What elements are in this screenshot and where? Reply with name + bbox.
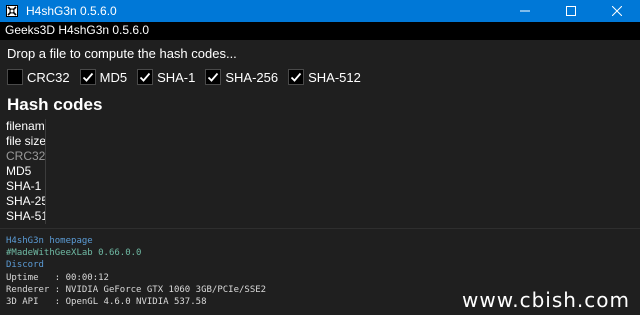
info-separator bbox=[0, 228, 640, 229]
checkmark-icon bbox=[139, 72, 151, 82]
checkmark-icon bbox=[290, 72, 302, 82]
sha1-checkbox[interactable] bbox=[137, 69, 154, 85]
hash-row-sha256: SHA-256 bbox=[6, 194, 45, 208]
minimize-button[interactable] bbox=[502, 0, 548, 22]
sha256-checkbox[interactable] bbox=[205, 69, 222, 85]
hash-codes-table: filename file size CRC32 MD5 SHA-1 SHA-2… bbox=[5, 119, 637, 224]
app-header-title: Geeks3D H4shG3n 0.5.6.0 bbox=[5, 23, 150, 37]
hash-row-sha1: SHA-1 bbox=[6, 179, 42, 193]
window-title: H4shG3n 0.5.6.0 bbox=[26, 4, 117, 18]
md5-checkbox[interactable] bbox=[79, 69, 96, 85]
sha256-option[interactable]: SHA-256 bbox=[205, 69, 278, 85]
sha512-option[interactable]: SHA-512 bbox=[288, 69, 361, 85]
hash-row-crc32: CRC32 bbox=[6, 149, 45, 163]
window-titlebar[interactable]: H4shG3n 0.5.6.0 bbox=[0, 0, 640, 22]
hash-row-filename: filename bbox=[6, 119, 45, 133]
column-divider[interactable] bbox=[45, 119, 46, 224]
drop-prompt: Drop a file to compute the hash codes... bbox=[7, 46, 237, 61]
sha1-option[interactable]: SHA-1 bbox=[137, 69, 195, 85]
hash-codes-heading: Hash codes bbox=[7, 95, 103, 114]
sha512-checkbox[interactable] bbox=[288, 69, 305, 85]
hash-algorithm-options: CRC32 MD5 SHA-1 SHA-256 SHA-512 bbox=[7, 68, 371, 86]
sha512-label: SHA-512 bbox=[308, 69, 361, 85]
md5-label: MD5 bbox=[99, 69, 128, 85]
checkmark-icon bbox=[208, 72, 219, 82]
close-button[interactable] bbox=[594, 0, 640, 22]
crc32-option[interactable]: CRC32 bbox=[7, 69, 70, 85]
homepage-link[interactable]: H4shG3n homepage bbox=[6, 235, 266, 247]
hash-row-sha512: SHA-512 bbox=[6, 209, 45, 223]
sha256-label: SHA-256 bbox=[225, 69, 279, 85]
md5-option[interactable]: MD5 bbox=[79, 69, 128, 85]
api-text: 3D API : OpenGL 4.6.0 NVIDIA 537.58 bbox=[6, 297, 207, 308]
close-icon bbox=[612, 6, 622, 16]
geexlab-link[interactable]: #MadeWithGeeXLab 0.66.0.0 bbox=[6, 247, 266, 259]
maximize-button[interactable] bbox=[548, 0, 594, 22]
minimize-icon bbox=[520, 10, 530, 12]
hash-label-column: filename file size CRC32 MD5 SHA-1 SHA-2… bbox=[5, 119, 45, 224]
sha1-label: SHA-1 bbox=[157, 69, 196, 85]
uptime-text: Uptime : 00:00:12 bbox=[6, 272, 109, 283]
info-panel: H4shG3n homepage #MadeWithGeeXLab 0.66.0… bbox=[6, 235, 266, 308]
hash-row-file-size: file size bbox=[6, 134, 45, 148]
app-logo-icon bbox=[5, 4, 19, 18]
crc32-checkbox[interactable] bbox=[7, 69, 23, 85]
crc32-label: CRC32 bbox=[27, 69, 70, 85]
maximize-icon bbox=[566, 6, 576, 16]
watermark: www.cbish.com bbox=[461, 288, 630, 312]
app-header: Geeks3D H4shG3n 0.5.6.0 bbox=[0, 22, 640, 40]
hash-row-md5: MD5 bbox=[6, 164, 32, 178]
discord-link[interactable]: Discord bbox=[6, 259, 266, 271]
checkmark-icon bbox=[82, 72, 93, 82]
renderer-text: Renderer : NVIDIA GeForce GTX 1060 3GB/P… bbox=[6, 284, 267, 295]
